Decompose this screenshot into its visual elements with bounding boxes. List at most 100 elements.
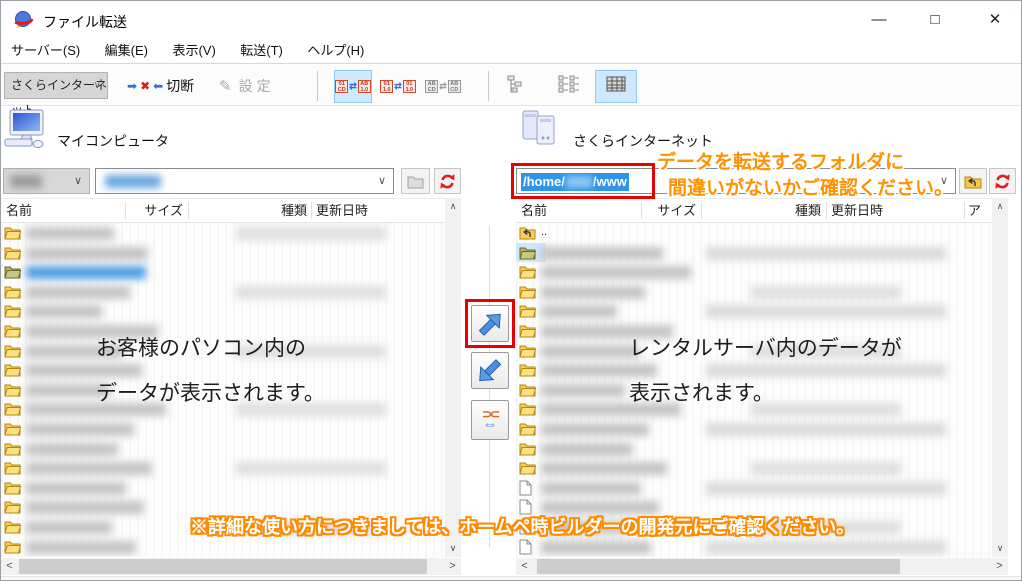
- title-bar: ファイル転送 — □ ✕: [1, 1, 1021, 39]
- local-horizontal-scrollbar[interactable]: < >: [1, 558, 461, 575]
- local-list-header: 名前 サイズ 種類 更新日時: [1, 198, 445, 223]
- transfer-mode-ascii-button[interactable]: ABCD ⇄ ABCD: [424, 70, 462, 103]
- blurred-text: [541, 443, 633, 456]
- scrollbar-thumb[interactable]: [537, 559, 900, 574]
- local-caption-line1: お客様のパソコン内の: [96, 332, 306, 362]
- scroll-up-icon[interactable]: ∧: [445, 198, 461, 215]
- column-type[interactable]: 種類: [188, 199, 307, 223]
- remote-horizontal-scrollbar[interactable]: < >: [516, 558, 1008, 575]
- toolbar-separator: [317, 71, 318, 101]
- account-select[interactable]: さくらインターネット ∨: [4, 72, 108, 99]
- blurred-text: [706, 482, 946, 495]
- remote-folder-up-button[interactable]: [959, 168, 987, 194]
- menu-server[interactable]: サーバー(S): [1, 39, 90, 63]
- local-file-row[interactable]: [1, 223, 445, 243]
- local-file-row[interactable]: [1, 439, 445, 459]
- column-modified[interactable]: 更新日時: [831, 199, 883, 223]
- disconnect-button[interactable]: ➡ ✖ ⬅ 切断: [123, 73, 198, 99]
- menu-transfer[interactable]: 転送(T): [230, 39, 293, 63]
- remote-file-row[interactable]: [516, 537, 992, 557]
- remote-file-row[interactable]: [516, 262, 992, 282]
- blurred-text: [26, 247, 148, 260]
- menu-help[interactable]: ヘルプ(H): [297, 39, 374, 63]
- blurred-text: [236, 286, 386, 299]
- column-type[interactable]: 種類: [701, 199, 821, 223]
- transfer-mode-auto-icon: 01CD ⇄ AB1.0: [335, 80, 371, 93]
- blurred-text: [541, 364, 657, 377]
- scroll-down-icon[interactable]: ∨: [992, 540, 1008, 557]
- blurred-text: [706, 541, 946, 554]
- scrollbar-thumb[interactable]: [19, 559, 427, 574]
- my-computer-icon: [3, 108, 45, 157]
- column-name[interactable]: 名前: [6, 199, 32, 223]
- menu-view[interactable]: 表示(V): [162, 39, 225, 63]
- blurred-text: [751, 462, 901, 475]
- download-button[interactable]: [471, 352, 509, 389]
- chevron-down-icon: ∨: [74, 174, 82, 187]
- view-details-button[interactable]: [595, 70, 637, 103]
- maximize-button[interactable]: □: [912, 1, 958, 39]
- window-title: ファイル転送: [43, 12, 127, 32]
- transfer-mode-auto-button[interactable]: 01CD ⇄ AB1.0: [334, 70, 372, 103]
- column-size[interactable]: サイズ: [641, 199, 696, 223]
- chevron-down-icon: ∨: [378, 174, 386, 187]
- remote-file-row[interactable]: ..: [516, 223, 992, 243]
- folder-icon: [4, 539, 21, 558]
- close-button[interactable]: ✕: [972, 1, 1018, 39]
- server-icon: [519, 107, 563, 154]
- scroll-down-icon[interactable]: ∨: [445, 540, 461, 557]
- mirror-transfer-button[interactable]: ⊃⊂ ⇔: [471, 400, 509, 440]
- column-name[interactable]: 名前: [521, 199, 547, 223]
- local-file-row[interactable]: [1, 262, 445, 282]
- settings-label: 設定: [239, 76, 275, 96]
- blurred-text: [541, 384, 625, 397]
- scroll-right-icon[interactable]: >: [444, 558, 461, 575]
- local-file-row[interactable]: [1, 478, 445, 498]
- local-file-row[interactable]: [1, 458, 445, 478]
- local-vertical-scrollbar[interactable]: ∧ ∨: [445, 198, 461, 557]
- scroll-up-icon[interactable]: ∧: [992, 198, 1008, 215]
- local-file-row[interactable]: [1, 301, 445, 321]
- transfer-mode-binary-button[interactable]: 011.0 ⇄ 011.0: [379, 70, 417, 103]
- menu-bar: サーバー(S) 編集(E) 表示(V) 転送(T) ヘルプ(H): [1, 39, 1021, 64]
- drive-select[interactable]: ∨: [3, 168, 90, 194]
- folder-up-icon: [964, 174, 982, 189]
- bottom-note: ※詳細な使い方につきましては、ホームペ時ビルダーの開発元にご確認ください。: [190, 513, 854, 539]
- remote-caption-line2: 表示されます。: [629, 377, 774, 407]
- remote-vertical-scrollbar[interactable]: ∧ ∨: [992, 198, 1008, 557]
- column-modified[interactable]: 更新日時: [316, 199, 368, 223]
- remote-refresh-button[interactable]: [989, 168, 1016, 194]
- scroll-right-icon[interactable]: >: [991, 558, 1008, 575]
- path-note-line1: データを転送するフォルダに: [657, 147, 904, 174]
- toolbar-separator: [488, 71, 489, 101]
- local-refresh-button[interactable]: [434, 168, 461, 194]
- menu-edit[interactable]: 編集(E): [95, 39, 158, 63]
- minimize-button[interactable]: —: [856, 1, 902, 39]
- blurred-text: [706, 305, 946, 318]
- remote-file-row[interactable]: [516, 301, 992, 321]
- remote-file-row[interactable]: [516, 478, 992, 498]
- local-file-row[interactable]: [1, 282, 445, 302]
- local-file-row[interactable]: [1, 243, 445, 263]
- remote-file-row[interactable]: [516, 282, 992, 302]
- double-arrow-icon: ⇔: [483, 419, 498, 431]
- view-tree-button[interactable]: [497, 70, 537, 103]
- local-path-input[interactable]: ∨: [95, 168, 394, 194]
- remote-file-row[interactable]: [516, 458, 992, 478]
- remote-file-row[interactable]: [516, 419, 992, 439]
- remote-file-row[interactable]: [516, 243, 992, 263]
- remote-list-header: 名前 サイズ 種類 更新日時 アク·: [516, 198, 992, 223]
- local-file-row[interactable]: [1, 537, 445, 557]
- remote-file-row[interactable]: [516, 439, 992, 459]
- scroll-left-icon[interactable]: <: [1, 558, 18, 575]
- scroll-left-icon[interactable]: <: [516, 558, 533, 575]
- x-icon: ✖: [140, 79, 150, 93]
- transfer-mode-ascii-icon: ABCD ⇄ ABCD: [425, 80, 461, 93]
- column-size[interactable]: サイズ: [125, 199, 183, 223]
- local-folder-up-button[interactable]: [401, 168, 430, 194]
- file-transfer-window: ファイル転送 — □ ✕ サーバー(S) 編集(E) 表示(V) 転送(T) ヘ…: [0, 0, 1022, 581]
- blurred-text: [26, 305, 102, 318]
- view-list-button[interactable]: [549, 70, 589, 103]
- local-file-row[interactable]: [1, 419, 445, 439]
- settings-button[interactable]: ✎ 設定: [215, 73, 279, 99]
